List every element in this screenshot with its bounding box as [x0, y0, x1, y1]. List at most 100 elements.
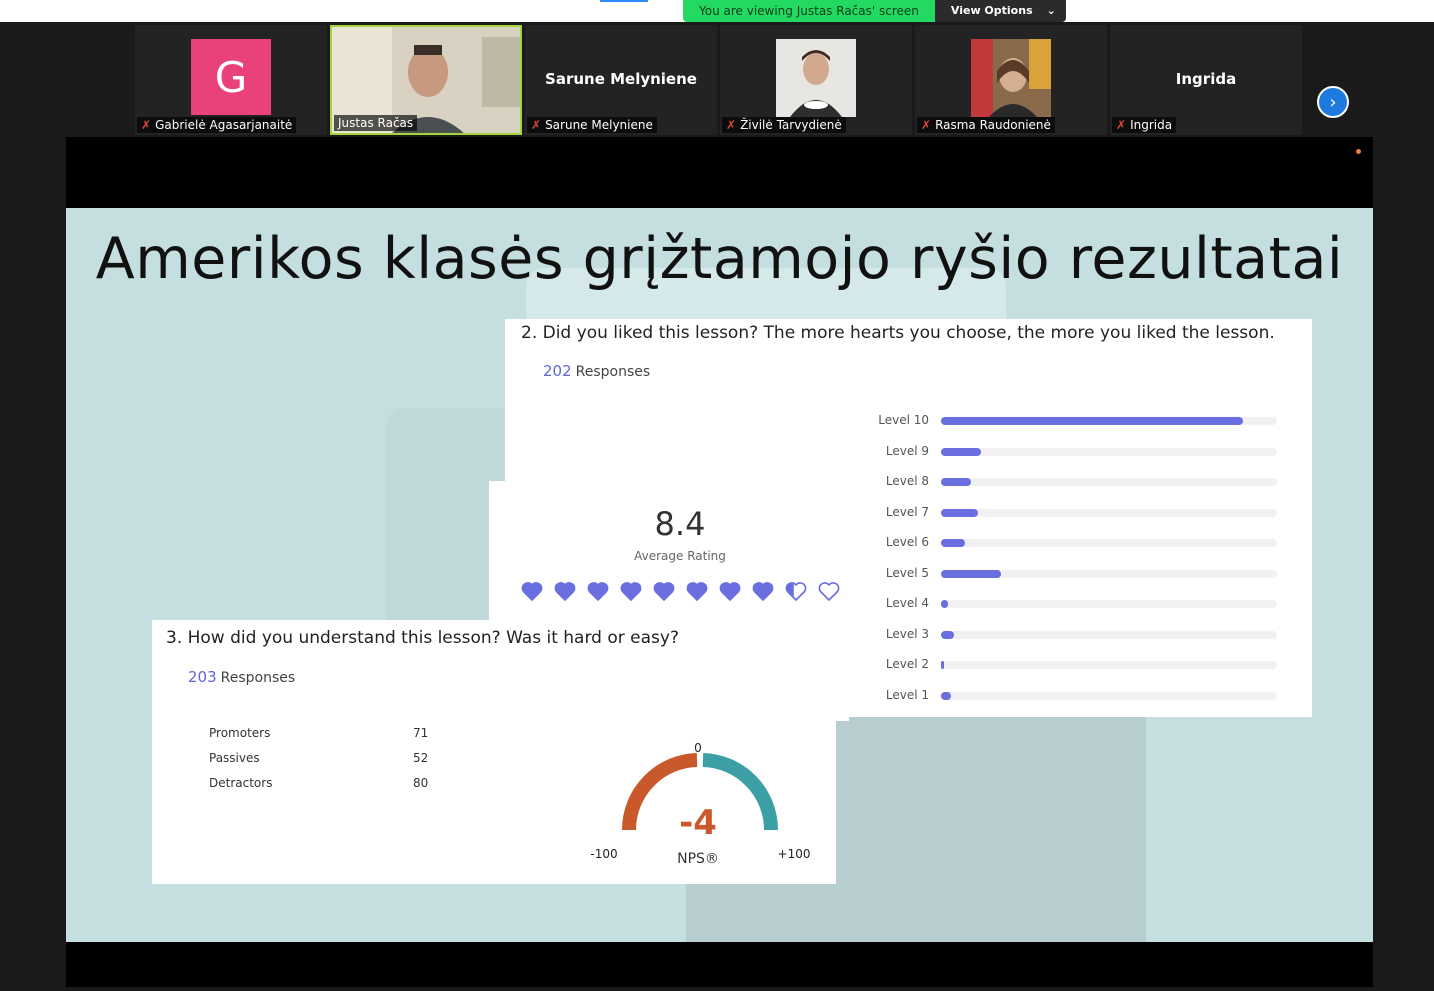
participant-tile[interactable]: ✗ Živilė Tarvydienė: [720, 25, 912, 135]
heart-icon: [521, 581, 543, 605]
heart-icon: [620, 581, 642, 605]
nps-gauge: 0 -100 +100 -4 NPS®: [590, 741, 811, 866]
participant-name: Rasma Raudonienė: [935, 118, 1051, 132]
participant-display-name: Sarune Melyniene: [545, 70, 697, 88]
bar-label: Level 10: [878, 413, 929, 427]
stat-label: Promoters: [209, 726, 271, 740]
bar-track: [941, 661, 1277, 669]
bar-row: Level 5: [857, 565, 1277, 581]
bar-track: [941, 569, 1277, 578]
participant-label: ✗ Sarune Melyniene: [527, 117, 657, 133]
responses-label: Responses: [220, 670, 296, 686]
question-3-title: 3. How did you understand this lesson? W…: [166, 628, 679, 648]
stat-label: Detractors: [209, 776, 273, 790]
participant-tile[interactable]: Sarune Melyniene ✗ Sarune Melyniene: [525, 25, 717, 135]
bar-track: [941, 539, 1277, 547]
bar-label: Level 5: [885, 565, 929, 580]
bar-fill: [941, 661, 945, 669]
bar-row: Level 10: [857, 412, 1277, 428]
participant-tile-active[interactable]: Justas Račas: [330, 25, 522, 135]
next-page-button[interactable]: ›: [1317, 86, 1349, 118]
participant-name: Živilė Tarvydienė: [740, 118, 842, 132]
heart-icon: [752, 581, 774, 605]
stat-value: 52: [413, 751, 429, 765]
participant-strip: G ✗ Gabrielė Agasarjanaitė Justas Račas …: [0, 22, 1434, 137]
question-2-title: 2. Did you liked this lesson? The more h…: [521, 323, 1275, 343]
participant-label: ✗ Živilė Tarvydienė: [722, 117, 846, 133]
bar-label: Level 1: [885, 687, 929, 702]
recording-dot: [1356, 149, 1361, 154]
gauge-max-label: +100: [778, 847, 811, 861]
mic-muted-icon: ✗: [921, 118, 932, 132]
bar-row: Level 7: [857, 504, 1277, 520]
bar-fill: [941, 569, 1002, 578]
participant-tile[interactable]: ✗ Rasma Raudonienė: [915, 25, 1107, 135]
bar-track: [941, 417, 1277, 425]
participant-name: Ingrida: [1130, 118, 1173, 132]
participant-name: Justas Račas: [338, 116, 414, 130]
bar-fill: [941, 539, 965, 547]
bar-fill: [941, 630, 955, 639]
bar-row: Level 1: [857, 687, 1277, 703]
chevron-down-icon: ⌄: [1046, 4, 1056, 17]
bar-row: Level 8: [857, 473, 1277, 489]
heart-icon: [719, 581, 741, 605]
participant-name: Gabrielė Agasarjanaitė: [155, 118, 293, 132]
bar-label: Level 3: [885, 626, 929, 641]
shared-screen: Amerikos klasės grįžtamojo ryšio rezulta…: [66, 137, 1373, 987]
gauge-mid-label: 0: [694, 741, 702, 755]
participant-label: ✗ Ingrida: [1112, 117, 1177, 133]
bar-row: Level 2: [857, 656, 1277, 672]
level-bar-chart: Level 10 Level 9 Level 8 Level 7 Level 6 Leve…: [857, 412, 1277, 712]
chevron-right-icon: ›: [1329, 91, 1337, 113]
bar-track: [941, 691, 1277, 700]
bar-label: Level 8: [885, 474, 929, 488]
participant-tile[interactable]: G ✗ Gabrielė Agasarjanaitė: [135, 25, 327, 135]
question-2-responses: 202 Responses: [543, 362, 650, 380]
bar-track: [941, 478, 1277, 486]
participant-name: Sarune Melyniene: [545, 118, 653, 132]
stat-promoters: Promoters 71: [209, 726, 449, 740]
responses-count: 203: [188, 668, 217, 686]
stat-value: 80: [413, 776, 429, 790]
heart-icon: [686, 581, 708, 605]
presentation-slide: Amerikos klasės grįžtamojo ryšio rezulta…: [66, 208, 1373, 942]
bar-label: Level 4: [885, 596, 929, 610]
bar-label: Level 2: [885, 657, 929, 671]
bar-track: [941, 600, 1277, 608]
participant-tile[interactable]: Ingrida ✗ Ingrida: [1110, 25, 1302, 135]
view-options-button[interactable]: View Options ⌄: [934, 0, 1066, 22]
bar-label: Level 7: [885, 504, 929, 519]
bar-track: [941, 508, 1277, 517]
bar-track: [941, 630, 1277, 639]
bar-fill: [941, 417, 1244, 425]
bar-row: Level 4: [857, 595, 1277, 611]
average-rating-label: Average Rating: [634, 549, 726, 563]
stat-passives: Passives 52: [209, 751, 449, 765]
mic-muted-icon: ✗: [1116, 118, 1127, 132]
avatar: G: [191, 39, 271, 115]
bar-fill: [941, 508, 978, 517]
view-options-label: View Options: [950, 4, 1033, 17]
gauge-min-label: -100: [590, 847, 617, 861]
question-3-responses: 203 Responses: [188, 668, 295, 686]
stat-detractors: Detractors 80: [209, 776, 449, 790]
heart-icon: [653, 581, 675, 605]
average-rating-value: 8.4: [654, 505, 706, 543]
bar-fill: [941, 691, 952, 700]
stat-label: Passives: [209, 751, 260, 765]
nps-value: -4: [679, 803, 717, 843]
bar-label: Level 6: [885, 535, 929, 549]
bar-row: Level 9: [857, 443, 1277, 459]
stat-value: 71: [413, 726, 429, 740]
viewing-screen-label: You are viewing Justas Račas' screen: [683, 0, 935, 22]
participant-label: ✗ Gabrielė Agasarjanaitė: [137, 117, 297, 133]
bar-track: [941, 447, 1277, 456]
video-feed: [776, 39, 856, 117]
bar-fill: [941, 600, 948, 608]
mic-muted-icon: ✗: [531, 118, 542, 132]
top-indicator: [600, 0, 648, 2]
video-feed: [971, 39, 1051, 117]
heart-icon: [554, 581, 576, 605]
slide-title: Amerikos klasės grįžtamojo ryšio rezulta…: [95, 226, 1344, 292]
